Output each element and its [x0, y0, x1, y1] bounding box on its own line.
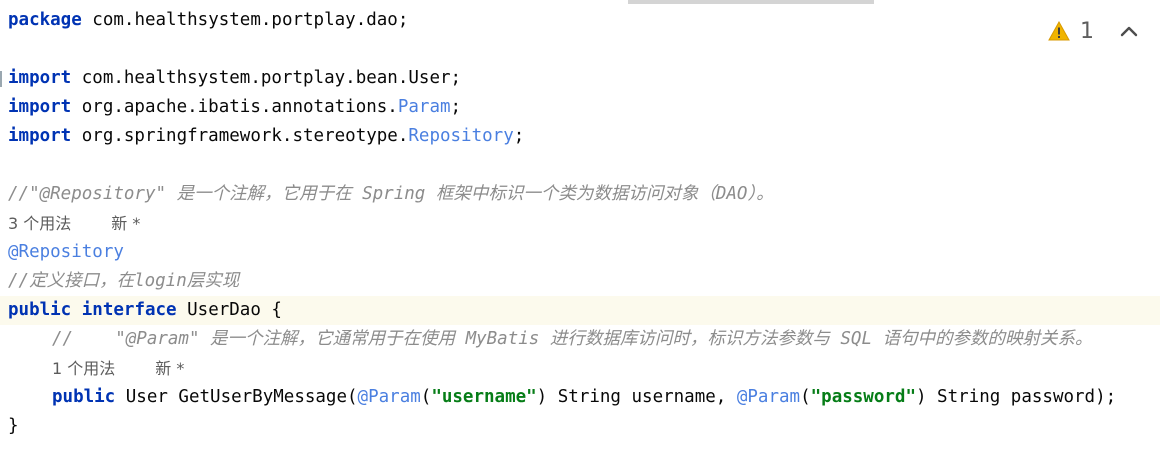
code-line-import-repository: import org.springframework.stereotype.Re… — [8, 122, 524, 151]
inspection-widget[interactable]: 1 — [1048, 16, 1138, 46]
semicolon: ; — [513, 126, 525, 146]
interface-name: UserDao { — [176, 300, 282, 320]
method-signature: User GetUserByMessage( — [115, 387, 358, 407]
annotation: @Param — [736, 387, 801, 407]
keyword: import — [8, 126, 72, 146]
line-comment: // "@Param" 是一个注解，它通常用于在使用 MyBatis 进行数据库… — [52, 329, 1093, 349]
author-new[interactable]: 新 * — [111, 214, 140, 233]
code-line-import-user: import com.healthsystem.portplay.bean.Us… — [8, 64, 461, 93]
warning-icon[interactable] — [1048, 21, 1070, 41]
annotation: @Repository — [8, 242, 124, 262]
import-path: com.healthsystem.portplay.bean.User; — [71, 68, 462, 88]
code-line-import-param: import org.apache.ibatis.annotations.Par… — [8, 93, 461, 122]
code-line-method: public User GetUserByMessage(@Param("use… — [52, 383, 1116, 412]
fold-marker[interactable] — [0, 71, 2, 87]
keyword: import — [8, 97, 72, 117]
import-path: org.apache.ibatis.annotations. — [71, 97, 398, 117]
closing-brace: } — [8, 416, 19, 436]
package-name: com.healthsystem.portplay.dao; — [81, 10, 409, 30]
import-path: org.springframework.stereotype. — [71, 126, 409, 146]
parameter: ) String password); — [915, 387, 1117, 407]
paren: ( — [800, 387, 811, 407]
line-comment: //"@Repository" 是一个注解，它用于在 Spring 框架中标识一… — [8, 184, 774, 204]
paren: ( — [420, 387, 432, 407]
usages-inlay-hint[interactable]: 3 个用法 新 * — [8, 209, 140, 238]
code-line-annotation: @Repository — [8, 238, 124, 267]
author-new[interactable]: 新 * — [155, 359, 184, 378]
usages-inlay-hint[interactable]: 1 个用法 新 * — [52, 354, 184, 383]
keyword: interface — [81, 300, 177, 320]
usages-count[interactable]: 1 个用法 — [52, 359, 115, 378]
code-line-package: package com.healthsystem.portplay.dao; — [8, 6, 408, 35]
semicolon: ; — [450, 97, 462, 117]
code-line-interface: public interface UserDao { — [0, 296, 1160, 325]
code-line-comment-repository: //"@Repository" 是一个注解，它用于在 Spring 框架中标识一… — [8, 180, 774, 209]
import-class: Param — [397, 97, 451, 117]
chevron-up-icon[interactable] — [1120, 25, 1138, 37]
annotation: @Param — [357, 387, 421, 407]
string-literal: "password" — [810, 387, 916, 407]
keyword: package — [8, 10, 82, 30]
code-line-comment-param: // "@Param" 是一个注解，它通常用于在使用 MyBatis 进行数据库… — [52, 325, 1093, 354]
import-class: Repository — [408, 126, 514, 146]
line-comment: //定义接口，在login层实现 — [8, 271, 240, 291]
parameter: ) String username, — [536, 387, 737, 407]
keyword: public — [8, 300, 72, 320]
string-literal: "username" — [431, 387, 537, 407]
code-editor[interactable]: package com.healthsystem.portplay.dao; i… — [0, 0, 1160, 457]
usages-count[interactable]: 3 个用法 — [8, 214, 71, 233]
code-line-comment-interface: //定义接口，在login层实现 — [8, 267, 239, 296]
code-line-close-brace: } — [8, 412, 19, 441]
keyword: import — [8, 68, 72, 88]
warning-count[interactable]: 1 — [1080, 19, 1094, 44]
keyword: public — [52, 387, 116, 407]
